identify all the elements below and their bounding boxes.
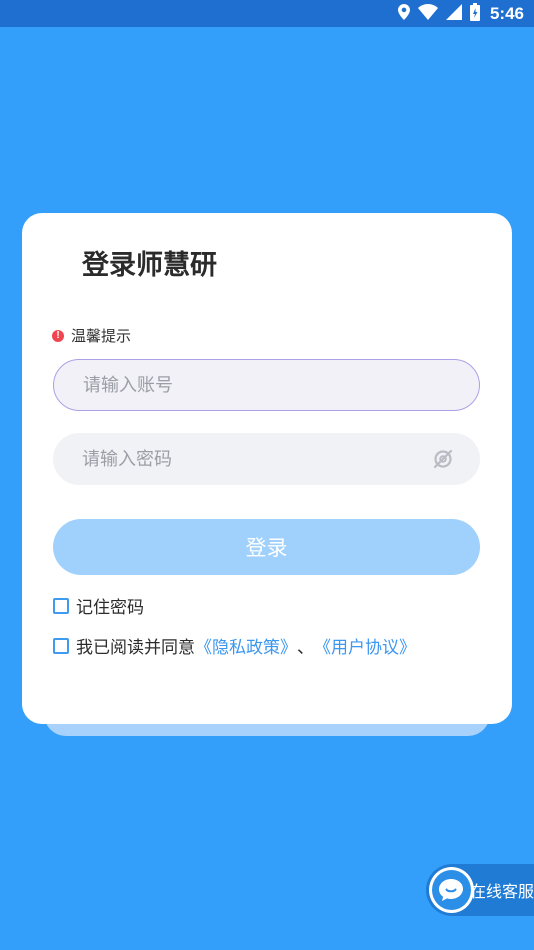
online-support-label: 在线客服 — [469, 882, 534, 901]
account-field[interactable] — [53, 359, 480, 411]
remember-password-row[interactable]: 记住密码 — [53, 593, 144, 618]
account-input[interactable] — [83, 374, 403, 396]
agreement-label: 我已阅读并同意 — [76, 638, 195, 658]
login-card: 登录师慧研 ! 温馨提示 登录 记住密码 我已阅读并同意 《隐私政策》 、 《用… — [22, 213, 512, 724]
warning-icon: ! — [52, 329, 64, 342]
status-bar: 5:46 — [0, 0, 534, 27]
agreement-separator: 、 — [297, 638, 314, 658]
remember-password-checkbox[interactable] — [53, 597, 69, 614]
chat-bubble-icon — [429, 867, 474, 913]
signal-icon — [445, 3, 462, 24]
agreement-checkbox[interactable] — [53, 637, 69, 654]
tip-label: 温馨提示 — [71, 327, 132, 345]
password-field[interactable] — [53, 433, 480, 485]
tip: ! 温馨提示 — [52, 325, 131, 346]
page-title: 登录师慧研 — [82, 250, 217, 281]
privacy-policy-link[interactable]: 《隐私政策》 — [195, 633, 297, 658]
battery-icon — [469, 2, 480, 25]
user-agreement-link[interactable]: 《用户协议》 — [314, 633, 416, 658]
location-icon — [397, 3, 410, 24]
password-input[interactable] — [82, 448, 402, 470]
online-support-button[interactable]: 在线客服 — [426, 864, 534, 916]
agreement-row: 我已阅读并同意 《隐私政策》 、 《用户协议》 — [53, 633, 416, 658]
login-button[interactable]: 登录 — [53, 519, 480, 575]
status-time: 5:46 — [489, 3, 524, 23]
eye-off-icon[interactable] — [432, 448, 454, 470]
remember-password-label: 记住密码 — [76, 598, 144, 618]
wifi-icon — [417, 3, 438, 24]
